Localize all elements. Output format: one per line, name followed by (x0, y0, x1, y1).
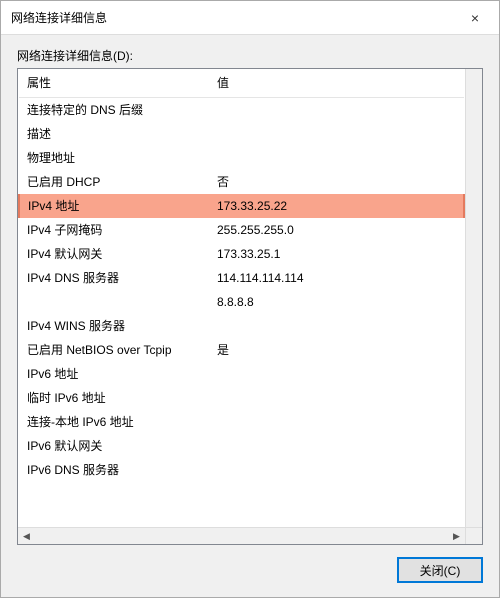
table-header-row: 属性 值 (19, 69, 464, 98)
property-cell: IPv6 DNS 服务器 (19, 458, 209, 482)
property-cell: IPv6 地址 (19, 362, 209, 386)
property-cell: 已启用 NetBIOS over Tcpip (19, 338, 209, 362)
table-row[interactable]: 已启用 DHCP否 (19, 170, 464, 194)
vertical-scrollbar[interactable] (465, 69, 482, 527)
table-row[interactable]: 已启用 NetBIOS over Tcpip是 (19, 338, 464, 362)
content-area: 网络连接详细信息(D): 属性 值 连接特定的 DNS 后缀描述物理地址已启用 … (1, 35, 499, 545)
value-cell (209, 362, 464, 386)
property-cell: IPv6 默认网关 (19, 434, 209, 458)
table-row[interactable]: IPv4 默认网关173.33.25.1 (19, 242, 464, 266)
property-cell: 已启用 DHCP (19, 170, 209, 194)
table-row[interactable]: IPv6 默认网关 (19, 434, 464, 458)
horizontal-scrollbar[interactable]: ◀ ▶ (18, 527, 465, 544)
table-row[interactable]: 临时 IPv6 地址 (19, 386, 464, 410)
list-label: 网络连接详细信息(D): (17, 47, 483, 64)
table-row[interactable]: 连接-本地 IPv6 地址 (19, 410, 464, 434)
value-cell: 8.8.8.8 (209, 290, 464, 314)
property-cell: 描述 (19, 122, 209, 146)
table-row[interactable]: IPv6 DNS 服务器 (19, 458, 464, 482)
table-row[interactable]: IPv4 WINS 服务器 (19, 314, 464, 338)
scroll-right-arrow-icon[interactable]: ▶ (448, 528, 465, 544)
table-row[interactable]: IPv4 DNS 服务器114.114.114.114 (19, 266, 464, 290)
property-cell: 物理地址 (19, 146, 209, 170)
value-cell: 114.114.114.114 (209, 266, 464, 290)
value-cell (209, 386, 464, 410)
value-cell (209, 122, 464, 146)
property-cell: 连接特定的 DNS 后缀 (19, 98, 209, 123)
property-cell: IPv4 子网掩码 (19, 218, 209, 242)
close-button[interactable]: 关闭(C) (397, 557, 483, 583)
dialog-window: 网络连接详细信息 × 网络连接详细信息(D): 属性 值 连接特定的 DNS 后… (0, 0, 500, 598)
value-cell (209, 314, 464, 338)
table-row[interactable]: 连接特定的 DNS 后缀 (19, 98, 464, 123)
details-listbox: 属性 值 连接特定的 DNS 后缀描述物理地址已启用 DHCP否IPv4 地址1… (17, 68, 483, 545)
titlebar: 网络连接详细信息 × (1, 1, 499, 35)
value-cell (209, 146, 464, 170)
value-cell: 173.33.25.1 (209, 242, 464, 266)
table-row[interactable]: IPv4 地址173.33.25.22 (19, 194, 464, 218)
column-header-value[interactable]: 值 (209, 69, 464, 98)
value-cell (209, 434, 464, 458)
table-row[interactable]: IPv4 子网掩码255.255.255.0 (19, 218, 464, 242)
property-cell: IPv4 默认网关 (19, 242, 209, 266)
details-table: 属性 值 连接特定的 DNS 后缀描述物理地址已启用 DHCP否IPv4 地址1… (18, 69, 465, 482)
button-row: 关闭(C) (1, 545, 499, 597)
property-cell: IPv4 DNS 服务器 (19, 266, 209, 290)
property-cell (19, 290, 209, 314)
property-cell: IPv4 WINS 服务器 (19, 314, 209, 338)
value-cell: 173.33.25.22 (209, 194, 464, 218)
window-title: 网络连接详细信息 (11, 9, 453, 26)
value-cell: 255.255.255.0 (209, 218, 464, 242)
property-cell: IPv4 地址 (19, 194, 209, 218)
value-cell (209, 410, 464, 434)
table-row[interactable]: 物理地址 (19, 146, 464, 170)
value-cell: 是 (209, 338, 464, 362)
value-cell: 否 (209, 170, 464, 194)
scroll-left-arrow-icon[interactable]: ◀ (18, 528, 35, 544)
value-cell (209, 98, 464, 123)
value-cell (209, 458, 464, 482)
list-scroll-area: 属性 值 连接特定的 DNS 后缀描述物理地址已启用 DHCP否IPv4 地址1… (18, 69, 465, 527)
property-cell: 连接-本地 IPv6 地址 (19, 410, 209, 434)
scrollbar-corner (465, 527, 482, 544)
close-icon[interactable]: × (453, 3, 497, 33)
property-cell: 临时 IPv6 地址 (19, 386, 209, 410)
table-row[interactable]: 描述 (19, 122, 464, 146)
table-row[interactable]: IPv6 地址 (19, 362, 464, 386)
scroll-track[interactable] (35, 528, 448, 544)
column-header-property[interactable]: 属性 (19, 69, 209, 98)
table-row[interactable]: 8.8.8.8 (19, 290, 464, 314)
